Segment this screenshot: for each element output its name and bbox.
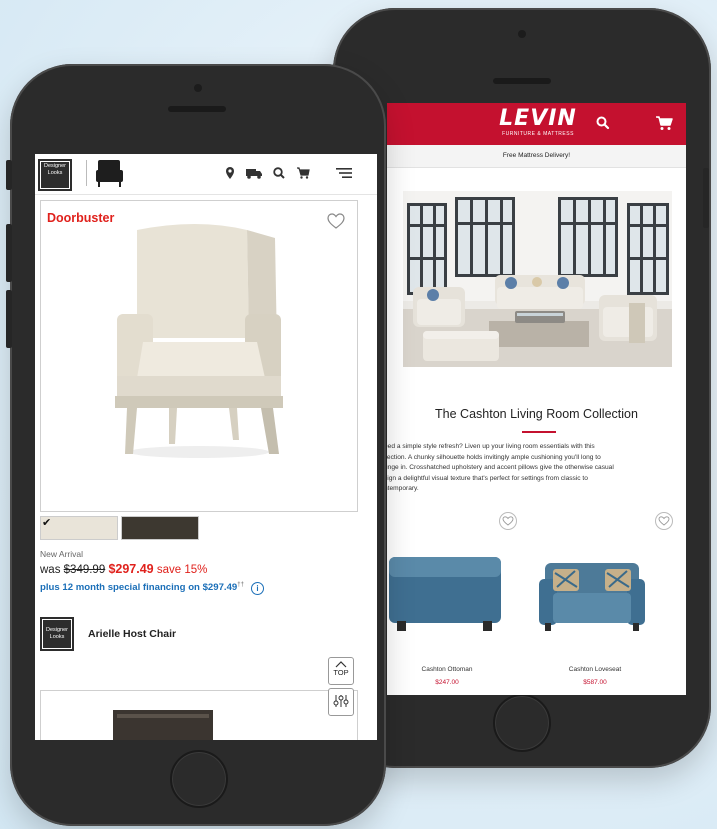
collection-description: eed a simple style refresh? Liven up you… xyxy=(387,442,672,495)
speaker-grille xyxy=(493,78,551,84)
financing-text: plus 12 month special financing on $297.… xyxy=(40,582,238,594)
phone-left: Designer Looks Doorbuster ✔ New Arrival … xyxy=(6,64,386,826)
logo-line: Designer xyxy=(45,627,68,633)
levin-logo-main: LEVIN xyxy=(499,106,577,131)
next-product-image[interactable] xyxy=(113,710,213,740)
selected-check-icon: ✔ xyxy=(42,517,52,529)
host-chair-product-image[interactable] xyxy=(97,218,301,468)
filter-sliders-icon xyxy=(333,695,349,707)
savings-label: save 15% xyxy=(156,564,208,576)
volume-up-button xyxy=(6,224,12,282)
ottoman-product-image[interactable] xyxy=(387,547,507,639)
front-camera xyxy=(518,30,526,38)
promo-banner[interactable]: Free Mattress Delivery! xyxy=(387,145,686,168)
logo-line: Looks xyxy=(49,634,65,640)
description-line: eed a simple style refresh? Liven up you… xyxy=(387,443,595,450)
description-line: ntemporary. xyxy=(387,485,419,493)
original-price: $349.99 xyxy=(63,564,106,576)
delivery-truck-icon[interactable] xyxy=(245,166,263,180)
mute-switch xyxy=(6,160,12,190)
back-to-top-button[interactable]: TOP xyxy=(328,657,354,685)
armchair-logo-icon[interactable] xyxy=(94,158,126,188)
front-camera xyxy=(194,84,202,92)
collection-title: The Cashton Living Room Collection xyxy=(435,407,638,421)
speaker-grille xyxy=(168,106,226,112)
wishlist-heart-icon[interactable] xyxy=(499,512,517,530)
screen-right: LEVIN FURNITURE & MATTRESS Free Mattress… xyxy=(387,103,686,695)
product-name[interactable]: Cashton Loveseat xyxy=(535,666,655,673)
sale-price: $297.49 xyxy=(108,562,154,576)
cart-icon[interactable] xyxy=(296,166,310,180)
was-label: was xyxy=(40,564,61,576)
product-name[interactable]: Cashton Ottoman xyxy=(387,666,507,673)
search-icon[interactable] xyxy=(595,115,611,131)
levin-logo-sub: FURNITURE & MATTRESS xyxy=(502,131,574,137)
wishlist-heart-icon[interactable] xyxy=(326,211,346,231)
financing-offer-link[interactable]: plus 12 month special financing on $297.… xyxy=(40,582,244,593)
logo-line: Designer xyxy=(43,163,66,169)
product-price: $587.00 xyxy=(583,679,607,686)
title-underline xyxy=(522,431,556,433)
phone-right: LEVIN FURNITURE & MATTRESS Free Mattress… xyxy=(333,8,711,768)
filter-button[interactable] xyxy=(328,688,354,716)
financing-footnote-mark: †† xyxy=(237,582,244,588)
description-line: llection. A chunky silhouette holds invi… xyxy=(387,453,601,461)
designer-looks-logo[interactable]: Designer Looks xyxy=(38,159,72,191)
side-button xyxy=(703,168,709,228)
price-line: was $349.99 $297.49 save 15% xyxy=(40,562,207,576)
cart-icon[interactable] xyxy=(655,115,673,131)
logo-line: Looks xyxy=(47,170,63,176)
color-swatch-espresso[interactable] xyxy=(121,516,199,540)
product-price: $247.00 xyxy=(435,679,459,686)
description-line: unge in. Crosshatched upholstery and acc… xyxy=(387,464,614,472)
menu-icon[interactable] xyxy=(335,166,353,180)
screen-left: Designer Looks Doorbuster ✔ New Arrival … xyxy=(35,154,377,740)
product-name[interactable]: Arielle Host Chair xyxy=(88,628,176,640)
home-button[interactable] xyxy=(170,750,228,808)
volume-down-button xyxy=(6,290,12,348)
location-icon[interactable] xyxy=(223,166,237,180)
search-icon[interactable] xyxy=(272,166,286,180)
header-divider xyxy=(86,160,87,186)
top-label: TOP xyxy=(333,668,349,677)
designer-looks-brand-logo[interactable]: Designer Looks xyxy=(40,617,74,651)
living-room-hero-image[interactable] xyxy=(403,191,672,367)
levin-logo[interactable]: LEVIN FURNITURE & MATTRESS xyxy=(483,107,593,138)
loveseat-product-image[interactable] xyxy=(537,553,647,639)
home-button[interactable] xyxy=(493,694,551,752)
info-icon[interactable]: i xyxy=(251,582,264,595)
new-arrival-label: New Arrival xyxy=(40,549,83,559)
chevron-up-icon xyxy=(335,661,347,668)
wishlist-heart-icon[interactable] xyxy=(655,512,673,530)
description-line: sign a delightful visual texture that's … xyxy=(387,474,588,482)
color-swatch-cream[interactable] xyxy=(40,516,118,540)
